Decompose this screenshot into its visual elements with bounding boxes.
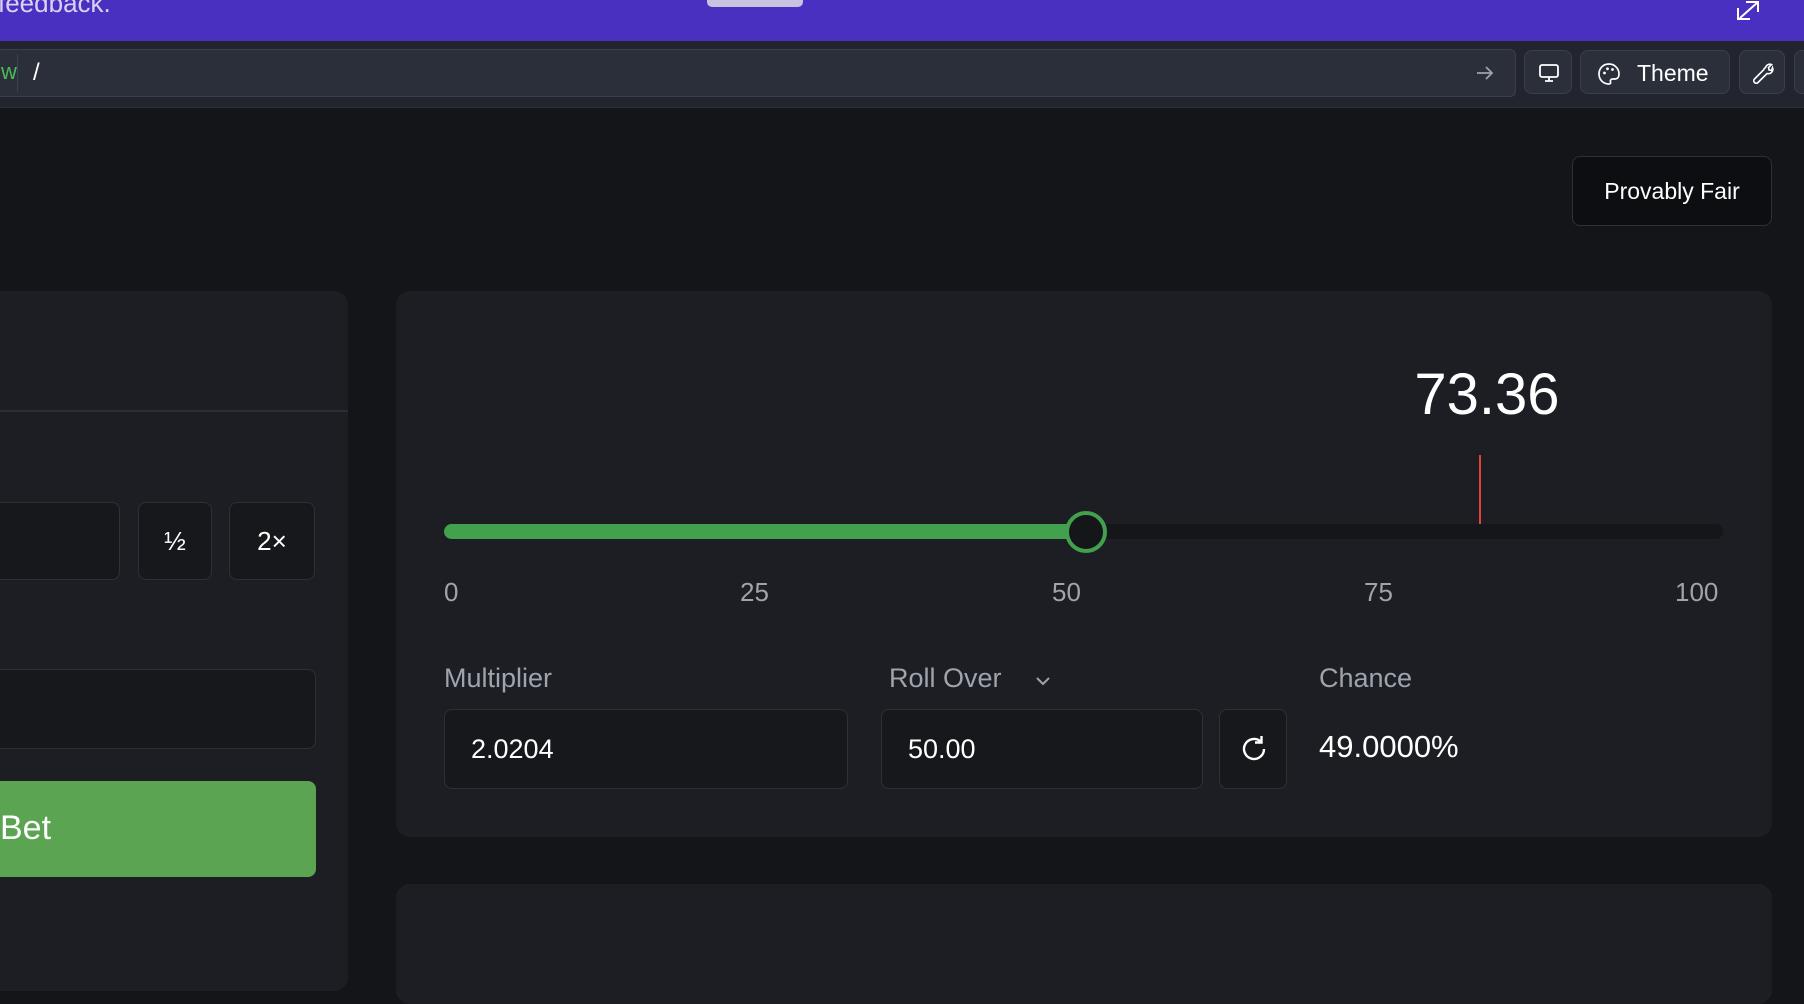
multiplier-label: Multiplier <box>444 663 553 693</box>
swap-roll-button[interactable] <box>1219 709 1287 789</box>
chance-label: Chance <box>1319 663 1413 693</box>
wrench-icon <box>1753 63 1774 84</box>
slider-tick: 75 <box>1364 577 1393 607</box>
provably-fair-button[interactable]: Provably Fair <box>1572 156 1772 226</box>
url-prefix: w <box>1 59 17 84</box>
arrow-up-right-icon[interactable] <box>1734 0 1764 20</box>
theme-label: Theme <box>1637 60 1709 86</box>
palette-icon <box>1598 63 1620 85</box>
tools-button[interactable] <box>1739 50 1785 94</box>
roll-over-input[interactable]: 50.00 <box>881 709 1203 789</box>
slider-tick: 100 <box>1675 577 1719 607</box>
toolbar-overflow-button[interactable] <box>1794 50 1804 94</box>
double-bet-button[interactable]: 2× <box>229 502 315 580</box>
half-bet-button[interactable]: ½ <box>138 502 212 580</box>
refresh-icon <box>1242 736 1266 761</box>
profit-input[interactable] <box>0 669 316 749</box>
chevron-down-icon[interactable] <box>1033 671 1053 691</box>
device-button[interactable] <box>1524 50 1572 94</box>
win-chance-value: 49.0000% <box>1319 729 1459 764</box>
url-text[interactable]: / <box>33 58 40 88</box>
drag-handle[interactable] <box>707 0 803 7</box>
bet-panel: ½ 2× Bet <box>0 291 348 991</box>
feedback-banner: feedback. <box>0 0 1804 41</box>
slider-tick: 50 <box>1052 577 1081 607</box>
dice-game-panel: 73.36 0 25 50 75 100 Multiplier Roll Ove… <box>396 291 1772 837</box>
arrow-right-icon[interactable] <box>1475 63 1495 83</box>
slider-track[interactable] <box>444 511 1723 553</box>
banner-text: feedback. <box>0 0 111 18</box>
panel-divider <box>0 410 348 412</box>
slider-tick: 25 <box>740 577 769 607</box>
roll-mode-label[interactable]: Roll Over <box>889 663 1002 694</box>
bet-button[interactable]: Bet <box>0 781 316 877</box>
bet-amount-input[interactable] <box>0 502 120 580</box>
monitor-icon <box>1539 64 1559 82</box>
roll-result: 73.36 <box>1414 362 1560 427</box>
slider-fill <box>444 524 1084 539</box>
result-marker <box>1479 455 1481 525</box>
bet-button-label: Bet <box>0 809 52 847</box>
bottom-panel <box>396 884 1772 1004</box>
browser-toolbar: w / Theme <box>0 41 1804 108</box>
theme-button[interactable]: Theme <box>1580 50 1730 94</box>
multiplier-input[interactable]: 2.0204 <box>444 709 848 789</box>
url-divider <box>17 54 18 92</box>
slider-thumb[interactable] <box>1065 511 1107 553</box>
slider-tick: 0 <box>444 577 459 607</box>
url-bar[interactable]: w / <box>0 49 1516 97</box>
